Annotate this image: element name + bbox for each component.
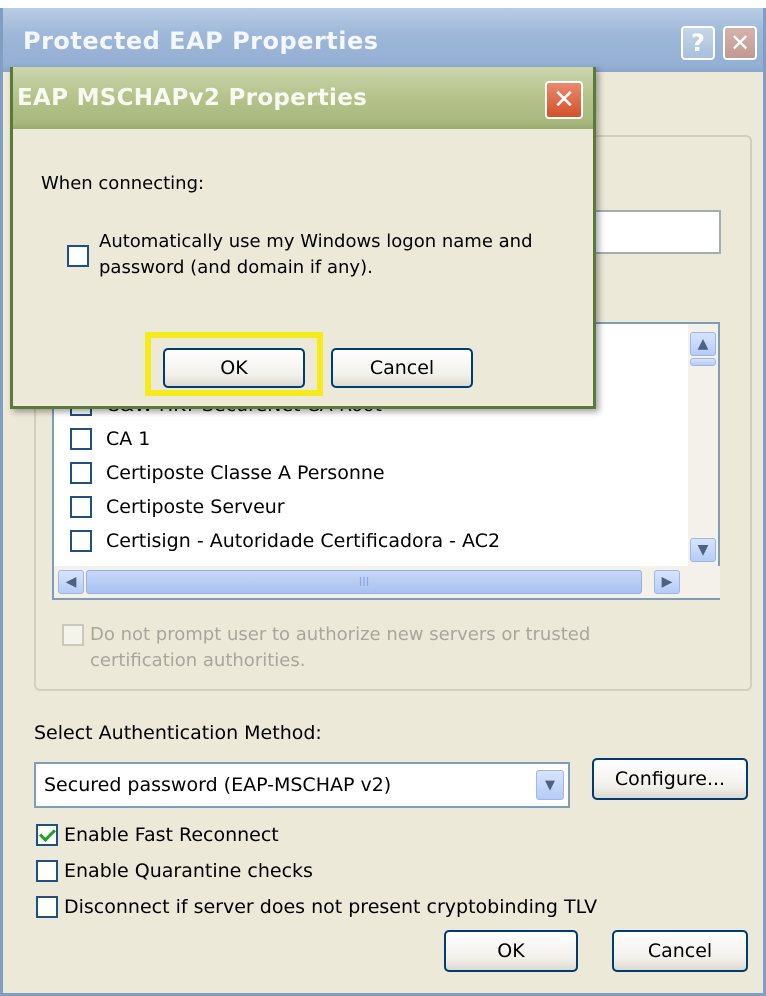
close-icon: ✕ xyxy=(553,85,575,115)
list-item[interactable]: Certiposte Classe A Personne xyxy=(70,458,385,488)
configure-label: Configure... xyxy=(614,768,726,790)
eap-mschapv2-properties-dialog: EAP MSCHAPv2 Properties ✕ When connectin… xyxy=(10,67,596,409)
list-item[interactable]: CA 1 xyxy=(70,424,150,454)
ca-label: Certisign - Autoridade Certificadora - A… xyxy=(106,530,501,552)
vertical-scrollbar[interactable]: ▲ ▼ xyxy=(688,324,718,568)
cryptobinding-option[interactable]: Disconnect if server does not present cr… xyxy=(36,892,597,922)
fast-reconnect-label: Enable Fast Reconnect xyxy=(64,824,279,846)
scroll-thumb[interactable] xyxy=(690,358,716,366)
dont-prompt-option: Do not prompt user to authorize new serv… xyxy=(62,622,662,674)
grip-icon: III xyxy=(358,575,370,589)
overlay-ok-label: OK xyxy=(220,357,248,379)
ca-checkbox[interactable] xyxy=(70,428,92,450)
main-close-button[interactable]: ✕ xyxy=(723,26,757,60)
dont-prompt-checkbox xyxy=(62,624,84,646)
close-icon: ✕ xyxy=(729,29,751,57)
ca-checkbox[interactable] xyxy=(70,530,92,552)
quarantine-checkbox[interactable] xyxy=(36,860,58,882)
horizontal-scrollbar[interactable]: ◀ III ▶ xyxy=(54,566,720,598)
help-button[interactable]: ? xyxy=(681,26,715,60)
ca-label: CA 1 xyxy=(106,428,151,450)
dont-prompt-label: Do not prompt user to authorize new serv… xyxy=(90,624,591,671)
chevron-up-icon: ▲ xyxy=(697,336,709,352)
chevron-down-icon: ▼ xyxy=(697,542,709,558)
chevron-right-icon: ▶ xyxy=(661,574,673,590)
cryptobinding-label: Disconnect if server does not present cr… xyxy=(64,896,598,918)
cryptobinding-checkbox[interactable] xyxy=(36,896,58,918)
scroll-down-button[interactable]: ▼ xyxy=(690,538,716,562)
quarantine-label: Enable Quarantine checks xyxy=(64,860,313,882)
chevron-down-icon: ▼ xyxy=(545,777,555,793)
scroll-up-button[interactable]: ▲ xyxy=(690,332,716,356)
ca-label: Certiposte Classe A Personne xyxy=(106,462,385,484)
auto-logon-label[interactable]: Automatically use my Windows logon name … xyxy=(99,229,569,281)
ok-button[interactable]: OK xyxy=(444,930,578,972)
list-item[interactable]: Certisign - Autoridade Certificadora - A… xyxy=(70,526,500,556)
help-icon: ? xyxy=(691,29,705,57)
scroll-left-button[interactable]: ◀ xyxy=(58,570,84,594)
ca-checkbox[interactable] xyxy=(70,496,92,518)
fast-reconnect-checkbox[interactable] xyxy=(36,824,58,846)
chevron-left-icon: ◀ xyxy=(65,574,77,590)
quarantine-option[interactable]: Enable Quarantine checks xyxy=(36,856,313,886)
cancel-button[interactable]: Cancel xyxy=(612,930,748,972)
fast-reconnect-option[interactable]: Enable Fast Reconnect xyxy=(36,820,279,850)
cancel-label: Cancel xyxy=(647,940,713,962)
ok-label: OK xyxy=(497,940,525,962)
configure-button[interactable]: Configure... xyxy=(592,758,748,800)
overlay-cancel-button[interactable]: Cancel xyxy=(331,348,473,388)
list-item[interactable]: Certiposte Serveur xyxy=(70,492,285,522)
overlay-ok-button[interactable]: OK xyxy=(163,348,305,388)
server-name-input[interactable] xyxy=(585,210,721,254)
overlay-title: EAP MSCHAPv2 Properties xyxy=(17,85,368,111)
horizontal-scroll-thumb[interactable]: III xyxy=(86,570,642,594)
ca-checkbox[interactable] xyxy=(70,462,92,484)
auth-method-label: Select Authentication Method: xyxy=(34,722,322,744)
scroll-right-button[interactable]: ▶ xyxy=(654,570,680,594)
auto-logon-checkbox[interactable] xyxy=(67,245,89,267)
overlay-title-bar[interactable]: EAP MSCHAPv2 Properties ✕ xyxy=(13,67,593,129)
auth-method-value: Secured password (EAP-MSCHAP v2) xyxy=(44,774,392,796)
when-connecting-label: When connecting: xyxy=(41,173,205,194)
main-title: Protected EAP Properties xyxy=(23,27,379,55)
overlay-cancel-label: Cancel xyxy=(369,357,435,379)
dropdown-button[interactable]: ▼ xyxy=(536,770,564,800)
ca-label: Certiposte Serveur xyxy=(106,496,285,518)
overlay-close-button[interactable]: ✕ xyxy=(545,81,583,119)
main-title-bar[interactable]: Protected EAP Properties ? ✕ xyxy=(3,8,763,72)
auth-method-select[interactable]: Secured password (EAP-MSCHAP v2) ▼ xyxy=(34,762,570,808)
